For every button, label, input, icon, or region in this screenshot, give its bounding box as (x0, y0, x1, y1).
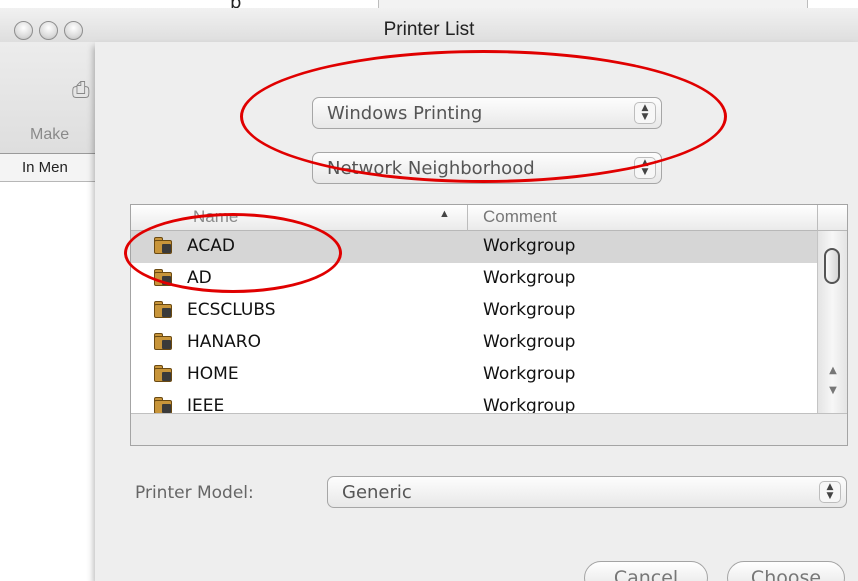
row-comment: Workgroup (483, 236, 576, 256)
row-name: ACAD (187, 236, 235, 256)
choose-button[interactable]: Choose (727, 561, 845, 581)
add-printer-sheet: Windows Printing ▲ ▼ Network Neighborhood… (95, 42, 858, 581)
list-footer (131, 413, 847, 445)
list-rows: ACAD Workgroup AD Workgroup ECSCLUBS Wor… (131, 231, 817, 413)
printer-model-label: Printer Model: (135, 483, 254, 503)
popup-arrows-icon: ▲ ▼ (634, 157, 656, 179)
list-row[interactable]: AD Workgroup (131, 263, 817, 295)
make-default-label[interactable]: Make (30, 126, 69, 144)
printer-model-value: Generic (342, 482, 412, 503)
vertical-scrollbar[interactable]: ▲ ▼ (817, 231, 847, 413)
printer-list-background (0, 182, 95, 460)
list-row[interactable]: ECSCLUBS Workgroup (131, 295, 817, 327)
scrollbar-thumb[interactable] (824, 248, 840, 284)
network-folder-icon (153, 268, 175, 288)
network-folder-icon (153, 364, 175, 384)
browse-popup[interactable]: Network Neighborhood ▲ ▼ (312, 152, 662, 184)
row-comment: Workgroup (483, 268, 576, 288)
row-comment: Workgroup (483, 396, 576, 413)
row-name: ECSCLUBS (187, 300, 276, 320)
popup-arrows-icon: ▲ ▼ (634, 102, 656, 124)
scroll-up-arrow-icon[interactable]: ▲ (822, 365, 844, 383)
row-name: HOME (187, 364, 239, 384)
scroll-down-arrow-icon[interactable]: ▼ (822, 385, 844, 403)
in-menu-column-label: In Men (22, 159, 68, 176)
printer-model-popup[interactable]: Generic ▲ ▼ (327, 476, 847, 508)
column-divider[interactable] (467, 205, 468, 231)
popup-arrows-icon: ▲ ▼ (819, 481, 841, 503)
list-row[interactable]: ACAD Workgroup (131, 231, 817, 263)
row-name: HANARO (187, 332, 261, 352)
network-folder-icon (153, 396, 175, 413)
list-header: Name ▲ Comment (131, 205, 847, 231)
connection-type-value: Windows Printing (327, 103, 483, 124)
workgroup-list: Name ▲ Comment ACAD Workgroup AD Workgro… (130, 204, 848, 446)
column-divider (817, 205, 818, 231)
list-row[interactable]: HANARO Workgroup (131, 327, 817, 359)
row-comment: Workgroup (483, 332, 576, 352)
toolbar: ⎙ Make (0, 42, 95, 154)
list-row[interactable]: HOME Workgroup (131, 359, 817, 391)
printer-setup-window-background: ⎙ Make In Men (0, 42, 95, 460)
row-comment: Workgroup (483, 364, 576, 384)
printer-list-window: Printer List ⎙ Make In Men Windows Print… (0, 8, 858, 581)
in-menu-column-header[interactable]: In Men (0, 154, 95, 182)
window-title: Printer List (383, 19, 475, 40)
row-comment: Workgroup (483, 300, 576, 320)
network-folder-icon (153, 300, 175, 320)
printer-icon[interactable]: ⎙ (72, 78, 90, 108)
browse-value: Network Neighborhood (327, 158, 535, 179)
name-column-header[interactable]: Name (193, 207, 238, 227)
cancel-button[interactable]: Cancel (584, 561, 708, 581)
row-name: AD (187, 268, 212, 288)
network-folder-icon (153, 236, 175, 256)
sort-ascending-icon[interactable]: ▲ (439, 208, 450, 220)
row-name: IEEE (187, 396, 225, 413)
comment-column-header[interactable]: Comment (483, 207, 557, 227)
network-folder-icon (153, 332, 175, 352)
list-row[interactable]: IEEE Workgroup (131, 391, 817, 413)
connection-type-popup[interactable]: Windows Printing ▲ ▼ (312, 97, 662, 129)
